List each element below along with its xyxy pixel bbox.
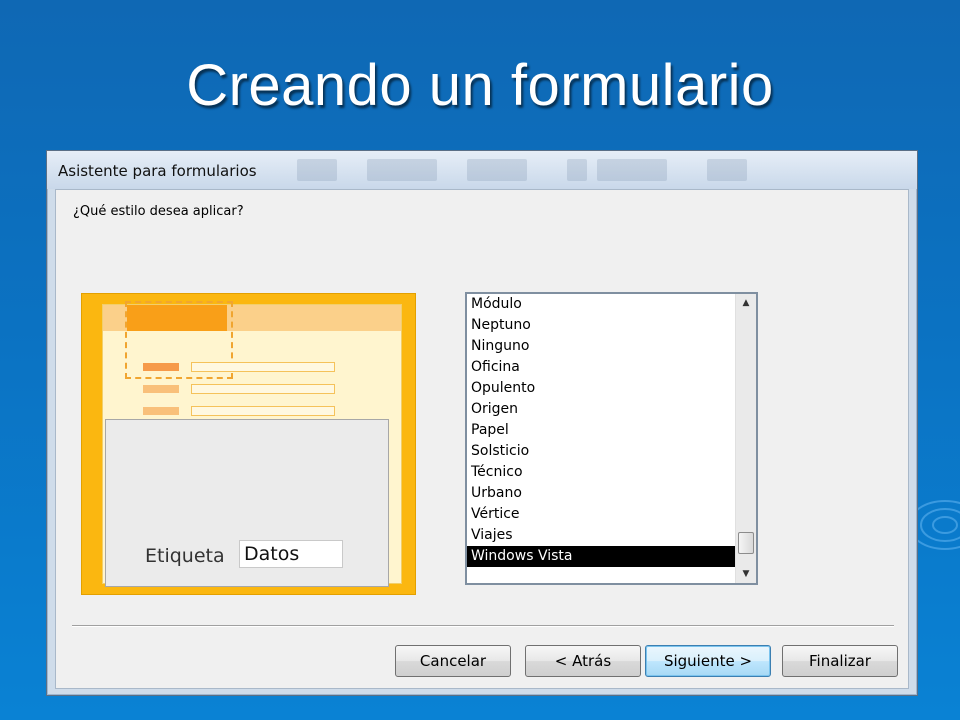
- list-item[interactable]: Ninguno: [467, 336, 735, 357]
- style-preview: Etiqueta Datos: [81, 293, 416, 595]
- preview-field-bar: [191, 362, 335, 372]
- list-item[interactable]: Vértice: [467, 504, 735, 525]
- preview-field-bar: [191, 406, 335, 416]
- button-separator: [72, 625, 894, 627]
- background-ribbon-ghost: [297, 155, 797, 185]
- scrollbar-thumb[interactable]: [738, 532, 754, 554]
- scroll-down-arrow-icon[interactable]: ▼: [736, 565, 756, 583]
- list-item[interactable]: Papel: [467, 420, 735, 441]
- list-item[interactable]: Viajes: [467, 525, 735, 546]
- list-item[interactable]: Solsticio: [467, 441, 735, 462]
- preview-sample-label: Etiqueta: [145, 545, 225, 567]
- dialog-client-area: ¿Qué estilo desea aplicar? Etiqueta Dato…: [55, 189, 909, 689]
- cancel-button[interactable]: Cancelar: [395, 645, 511, 677]
- list-item[interactable]: Windows Vista: [467, 546, 735, 567]
- listbox-scrollbar[interactable]: ▲ ▼: [735, 294, 756, 583]
- preview-label-bar: [143, 363, 179, 371]
- list-item[interactable]: Urbano: [467, 483, 735, 504]
- dialog-titlebar[interactable]: Asistente para formularios: [47, 151, 917, 189]
- form-wizard-dialog: Asistente para formularios ¿Qué estilo d…: [46, 150, 918, 696]
- style-listbox[interactable]: Módulo Neptuno Ninguno Oficina Opulento …: [465, 292, 758, 585]
- scroll-up-arrow-icon[interactable]: ▲: [736, 294, 756, 312]
- list-item[interactable]: Oficina: [467, 357, 735, 378]
- finish-button[interactable]: Finalizar: [782, 645, 898, 677]
- wizard-question: ¿Qué estilo desea aplicar?: [73, 204, 244, 219]
- dialog-title: Asistente para formularios: [58, 162, 257, 180]
- preview-sample-field: Datos: [239, 540, 343, 568]
- list-item[interactable]: Neptuno: [467, 315, 735, 336]
- preview-sample-panel: Etiqueta Datos: [105, 419, 389, 587]
- next-button[interactable]: Siguiente >: [645, 645, 771, 677]
- list-item[interactable]: Opulento: [467, 378, 735, 399]
- preview-field-bar: [191, 384, 335, 394]
- list-item[interactable]: Origen: [467, 399, 735, 420]
- slide-title: Creando un formulario: [186, 53, 774, 118]
- preview-label-bar: [143, 407, 179, 415]
- back-button[interactable]: < Atrás: [525, 645, 641, 677]
- preview-label-bar: [143, 385, 179, 393]
- list-item[interactable]: Módulo: [467, 294, 735, 315]
- style-list: Módulo Neptuno Ninguno Oficina Opulento …: [467, 294, 735, 567]
- list-item[interactable]: Técnico: [467, 462, 735, 483]
